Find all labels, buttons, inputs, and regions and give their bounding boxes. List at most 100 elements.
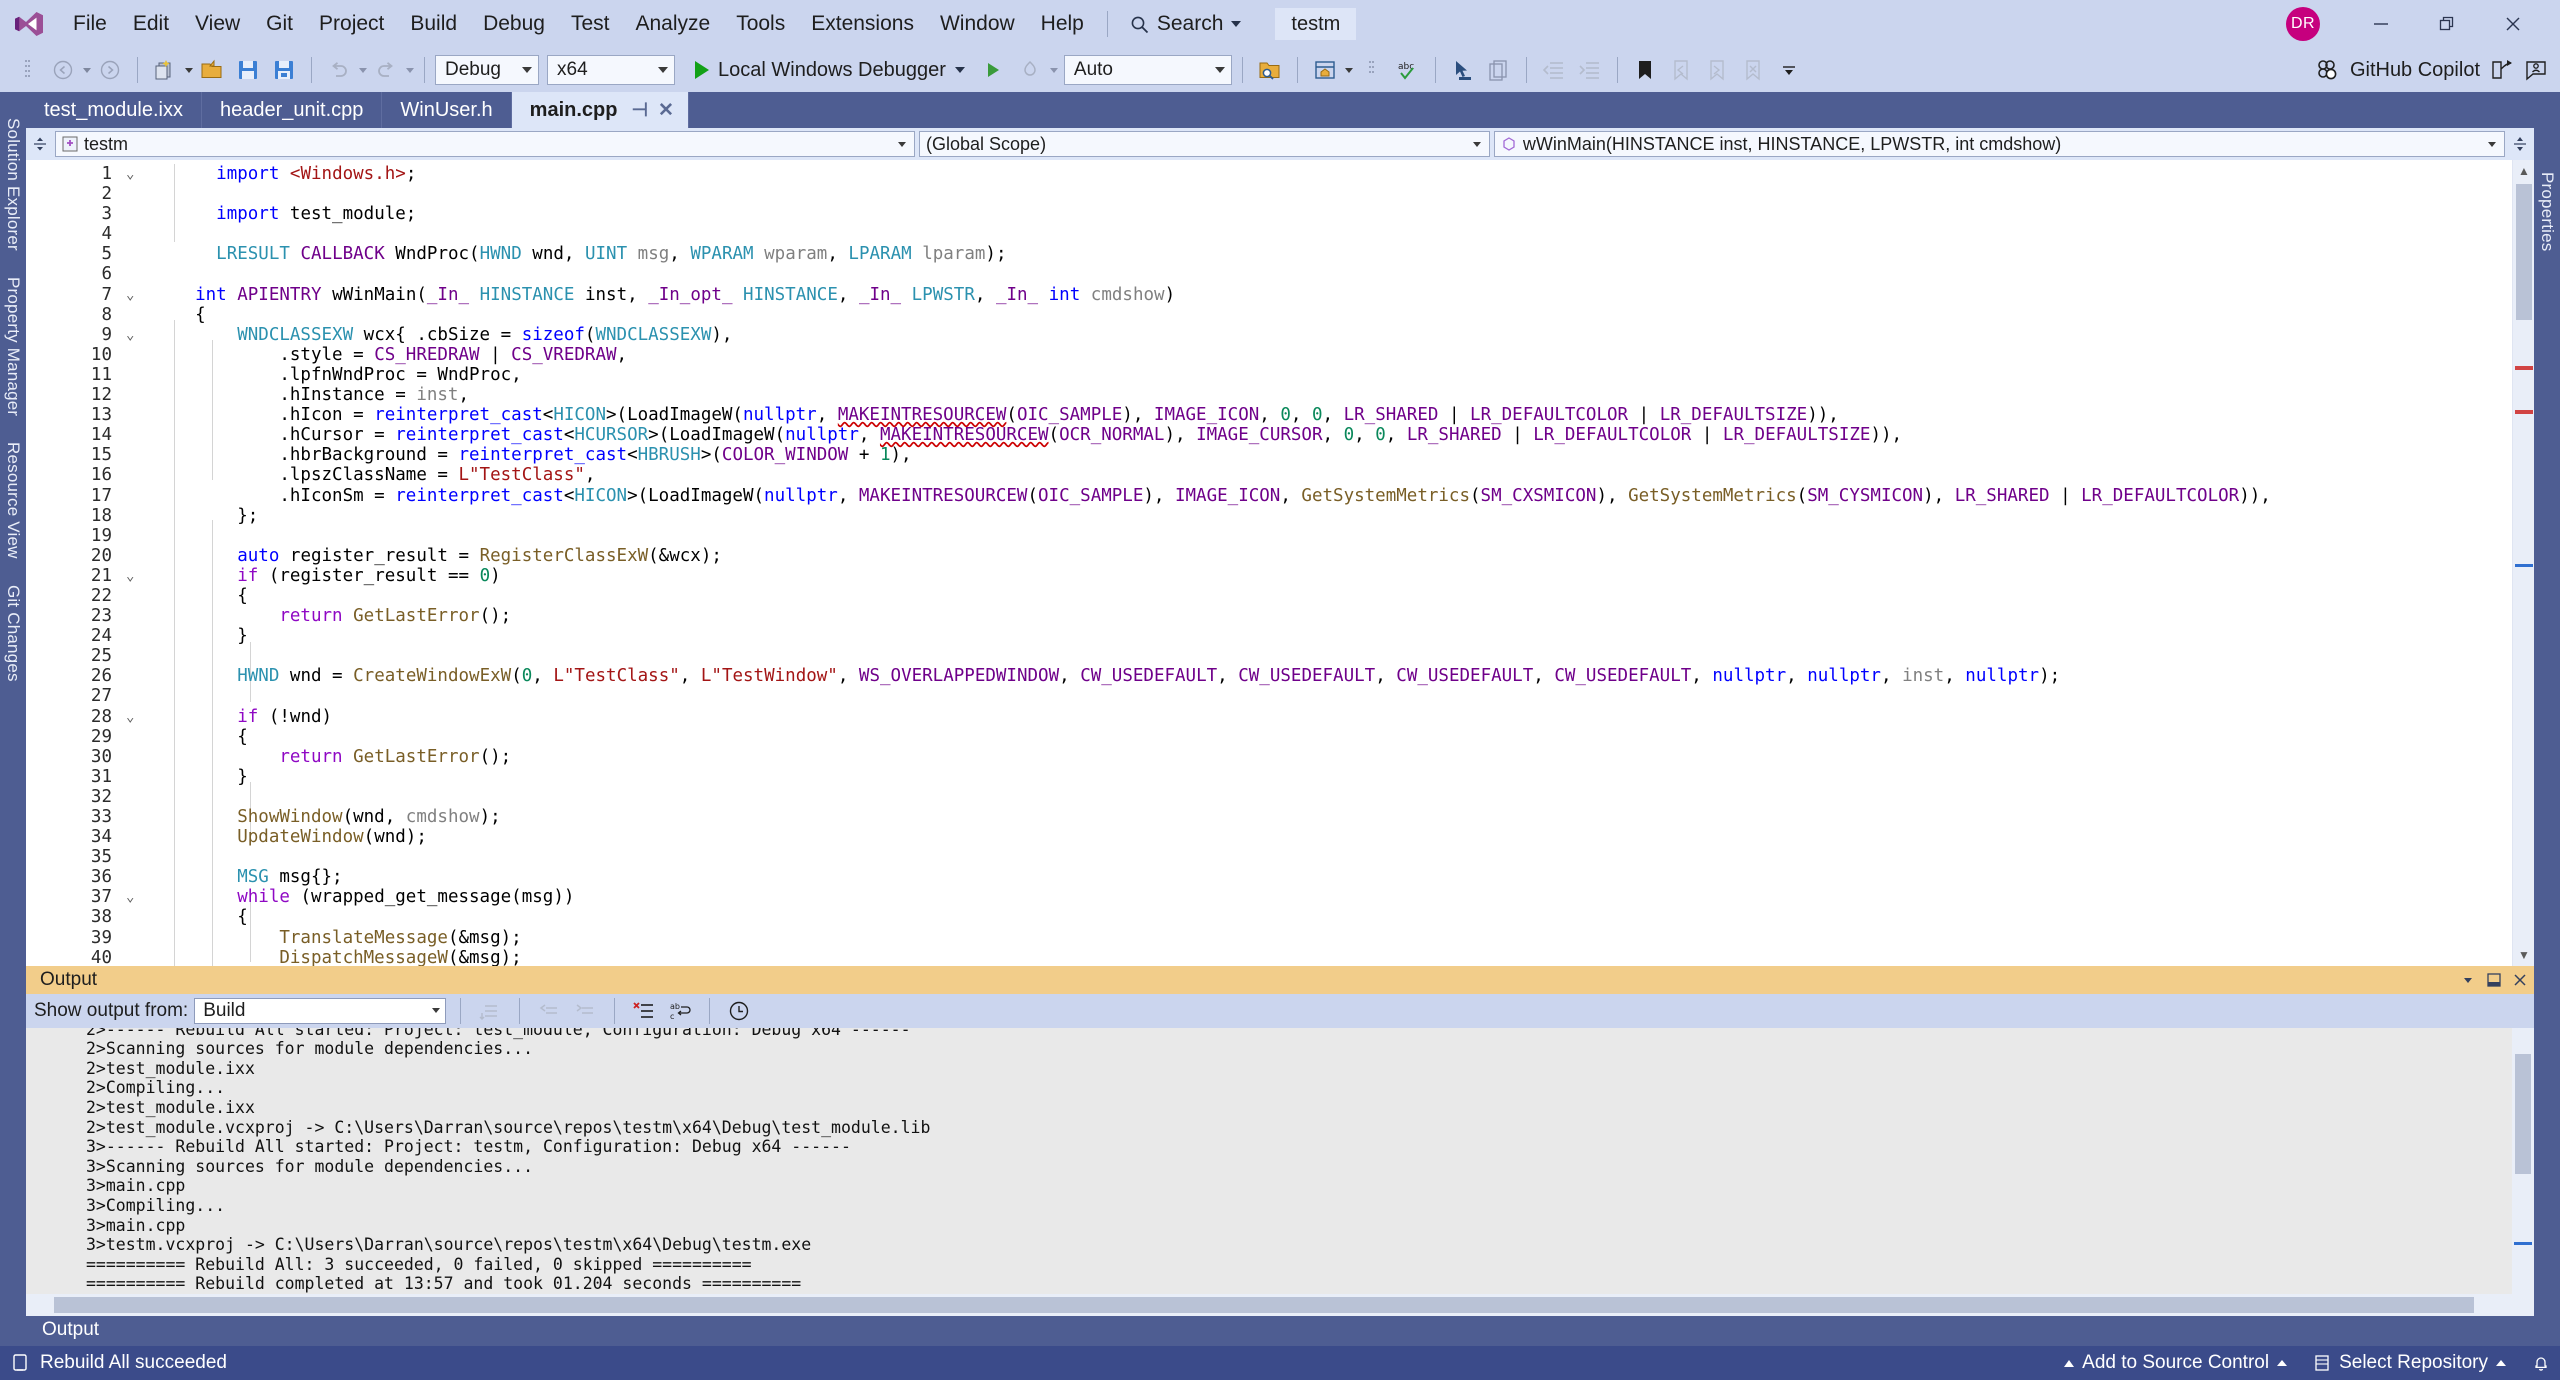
- tab-main-cpp[interactable]: main.cpp ⊣ ✕: [511, 92, 689, 128]
- output-vertical-scrollbar[interactable]: [2512, 1027, 2534, 1294]
- fold-toggle[interactable]: [126, 867, 166, 887]
- fold-toggle[interactable]: [126, 606, 166, 626]
- code-line[interactable]: int APIENTRY wWinMain(_In_ HINSTANCE ins…: [174, 285, 2512, 305]
- fold-toggle[interactable]: [126, 305, 166, 325]
- scroll-down-icon[interactable]: ▼: [2513, 944, 2534, 966]
- restore-button[interactable]: [2416, 0, 2478, 48]
- menu-item-view[interactable]: View: [182, 0, 253, 48]
- tab-winuser-h[interactable]: WinUser.h: [382, 92, 512, 128]
- previous-bookmark-icon[interactable]: [1664, 53, 1698, 87]
- menu-item-window[interactable]: Window: [927, 0, 1028, 48]
- platform-combobox[interactable]: x64: [547, 55, 675, 85]
- hot-reload-dropdown-icon[interactable]: [1049, 67, 1058, 73]
- fold-toggle[interactable]: [126, 747, 166, 767]
- toolbar-grip-handle-2[interactable]: [1355, 53, 1389, 87]
- split-editor-icon[interactable]: [2509, 134, 2531, 154]
- code-line[interactable]: import test_module;: [174, 204, 2512, 224]
- code-line[interactable]: [174, 686, 2512, 706]
- output-source-combobox[interactable]: Build: [194, 997, 447, 1024]
- menu-item-extensions[interactable]: Extensions: [798, 0, 927, 48]
- fold-toggle[interactable]: [126, 486, 166, 506]
- menu-item-file[interactable]: File: [60, 0, 120, 48]
- configuration-combobox[interactable]: Debug: [435, 55, 539, 85]
- start-without-debugging-icon[interactable]: [977, 53, 1011, 87]
- scope-combobox[interactable]: (Global Scope): [919, 131, 1490, 157]
- menu-item-git[interactable]: Git: [253, 0, 306, 48]
- code-line[interactable]: .hIcon = reinterpret_cast<HICON>(LoadIma…: [174, 405, 2512, 425]
- process-scope-combobox[interactable]: Auto: [1063, 55, 1232, 85]
- menu-item-project[interactable]: Project: [306, 0, 397, 48]
- close-icon[interactable]: [2512, 972, 2528, 988]
- output-horizontal-scrollbar[interactable]: [26, 1294, 2534, 1316]
- fold-toggle[interactable]: ⌄: [126, 164, 166, 184]
- tab-header-unit-cpp[interactable]: header_unit.cpp: [201, 92, 383, 128]
- fold-toggle[interactable]: [126, 727, 166, 747]
- open-file-icon[interactable]: [195, 53, 229, 87]
- start-debugging-button[interactable]: Local Windows Debugger: [685, 53, 975, 87]
- output-text-area[interactable]: 2>------ Rebuild All started: Project: t…: [26, 1027, 2534, 1294]
- code-line[interactable]: .hInstance = inst,: [174, 385, 2512, 405]
- menu-item-help[interactable]: Help: [1028, 0, 1097, 48]
- fold-toggle[interactable]: [126, 787, 166, 807]
- fold-toggle[interactable]: ⌄: [126, 707, 166, 727]
- member-combobox[interactable]: wWinMain(HINSTANCE inst, HINSTANCE, LPWS…: [1493, 131, 2506, 157]
- previous-message-icon[interactable]: [534, 997, 564, 1025]
- code-line[interactable]: [174, 646, 2512, 666]
- fold-toggle[interactable]: ⌄: [126, 325, 166, 345]
- copy-style-icon[interactable]: [1482, 53, 1516, 87]
- save-icon[interactable]: [231, 53, 265, 87]
- scroll-up-icon[interactable]: ▲: [2513, 160, 2534, 182]
- solution-explorer-dropdown-icon[interactable]: [1344, 67, 1353, 73]
- fold-toggle[interactable]: [126, 425, 166, 445]
- dropdown-menu-icon[interactable]: [2460, 972, 2476, 988]
- fold-toggle[interactable]: [126, 907, 166, 927]
- fold-toggle[interactable]: [126, 244, 166, 264]
- code-line[interactable]: .lpszClassName = L"TestClass",: [174, 465, 2512, 485]
- code-viewport[interactable]: 1 2 3 4 5 6 7 8 9 10 11 12 13 14 15 16 17 18 19 20 21 22 23 24 2…: [26, 160, 2512, 966]
- rail-item-property-manager[interactable]: Property Manager: [3, 277, 23, 416]
- code-line[interactable]: import <Windows.h>;: [174, 164, 2512, 184]
- code-line[interactable]: ShowWindow(wnd, cmdshow);: [174, 807, 2512, 827]
- notifications-button[interactable]: [2532, 1354, 2550, 1372]
- search-button[interactable]: Search: [1118, 7, 1254, 41]
- rail-item-resource-view[interactable]: Resource View: [3, 442, 23, 559]
- code-line[interactable]: [174, 847, 2512, 867]
- menu-item-test[interactable]: Test: [558, 0, 623, 48]
- fold-toggle[interactable]: [126, 506, 166, 526]
- add-to-source-control-button[interactable]: Add to Source Control: [2064, 1352, 2288, 1374]
- code-line[interactable]: if (!wnd): [174, 707, 2512, 727]
- code-line[interactable]: return GetLastError();: [174, 606, 2512, 626]
- close-button[interactable]: [2482, 0, 2544, 48]
- split-view-icon[interactable]: [29, 135, 51, 153]
- tab-test-module-ixx[interactable]: test_module.ixx: [26, 92, 202, 128]
- output-dock-tab[interactable]: Output: [26, 1316, 115, 1346]
- toolbar-overflow-icon[interactable]: [1772, 53, 1806, 87]
- fold-toggle[interactable]: [126, 526, 166, 546]
- solution-explorer-home-icon[interactable]: [1308, 53, 1342, 87]
- code-line[interactable]: TranslateMessage(&msg);: [174, 928, 2512, 948]
- increase-indent-icon[interactable]: [1573, 53, 1607, 87]
- code-line[interactable]: HWND wnd = CreateWindowExW(0, L"TestClas…: [174, 666, 2512, 686]
- fold-toggle[interactable]: [126, 626, 166, 646]
- fold-toggle[interactable]: [126, 385, 166, 405]
- code-line[interactable]: {: [174, 907, 2512, 927]
- code-line[interactable]: .hbrBackground = reinterpret_cast<HBRUSH…: [174, 445, 2512, 465]
- menu-item-debug[interactable]: Debug: [470, 0, 558, 48]
- code-line[interactable]: {: [174, 305, 2512, 325]
- avatar[interactable]: DR: [2286, 7, 2320, 41]
- menu-item-build[interactable]: Build: [397, 0, 470, 48]
- redo-dropdown-icon[interactable]: [406, 67, 414, 73]
- code-line[interactable]: WNDCLASSEXW wcx{ .cbSize = sizeof(WNDCLA…: [174, 325, 2512, 345]
- code-line[interactable]: [174, 787, 2512, 807]
- dock-pin-icon[interactable]: [2486, 972, 2502, 988]
- hot-reload-icon[interactable]: [1013, 53, 1047, 87]
- source-code-text[interactable]: import <Windows.h>; import test_module; …: [174, 164, 2512, 966]
- fold-toggle[interactable]: [126, 345, 166, 365]
- redo-icon[interactable]: [369, 53, 403, 87]
- toggle-word-wrap-icon[interactable]: ab c: [665, 997, 695, 1025]
- fold-toggle[interactable]: [126, 767, 166, 787]
- code-line[interactable]: }: [174, 767, 2512, 787]
- next-message-icon[interactable]: [570, 997, 600, 1025]
- rail-item-git-changes[interactable]: Git Changes: [3, 585, 23, 682]
- fold-toggle[interactable]: [126, 827, 166, 847]
